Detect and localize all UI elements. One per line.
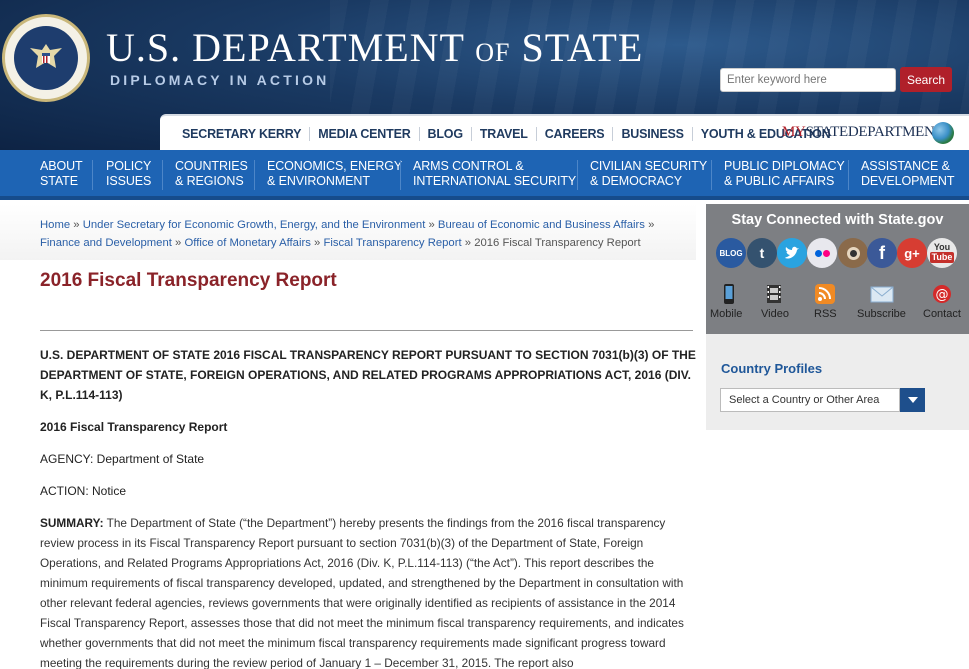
utility-nav-item[interactable]: MEDIA CENTER — [310, 127, 420, 141]
utility-nav-item[interactable]: SECRETARY KERRY — [174, 127, 311, 141]
utility-nav: SECRETARY KERRY MEDIA CENTER BLOG TRAVEL… — [160, 114, 969, 150]
breadcrumb-link[interactable]: Bureau of Economic and Business Affairs — [438, 219, 645, 231]
youtube-icon[interactable]: You Tube — [927, 238, 957, 268]
follow-label-mobile[interactable]: Mobile — [710, 308, 742, 320]
report-heading: U.S. DEPARTMENT OF STATE 2016 FISCAL TRA… — [40, 348, 696, 402]
action-line: ACTION: Notice — [40, 484, 127, 498]
eagle-icon — [30, 44, 62, 68]
blog-icon[interactable]: BLOG — [716, 238, 746, 268]
stay-connected-title: Stay Connected with State.gov — [731, 212, 944, 228]
country-profiles-panel — [706, 334, 969, 430]
utility-nav-item[interactable]: CAREERS — [537, 127, 614, 141]
envelope-icon[interactable] — [870, 284, 894, 304]
main-nav-economics-energy[interactable]: ECONOMICS, ENERGY & ENVIRONMENT — [267, 159, 402, 189]
tumblr-icon[interactable]: t — [747, 238, 777, 268]
follow-label-contact[interactable]: Contact — [923, 308, 961, 320]
globe-icon[interactable] — [932, 122, 954, 144]
page-title: 2016 Fiscal Transparency Report — [40, 270, 337, 291]
agency-line: AGENCY: Department of State — [40, 452, 205, 466]
select-dropdown-button[interactable] — [900, 388, 925, 412]
main-nav-policy-issues[interactable]: POLICY ISSUES — [106, 159, 151, 189]
site-title[interactable]: U.S. DEPARTMENT OF STATE — [106, 24, 643, 71]
rss-icon[interactable] — [814, 284, 836, 304]
breadcrumb-link[interactable]: Fiscal Transparency Report — [323, 237, 461, 249]
breadcrumb-link[interactable]: Home — [40, 219, 70, 231]
main-nav-arms-control[interactable]: ARMS CONTROL & INTERNATIONAL SECURITY — [413, 159, 576, 189]
department-seal-logo[interactable] — [2, 14, 90, 102]
svg-text:@: @ — [936, 288, 949, 303]
facebook-icon[interactable]: f — [867, 238, 897, 268]
utility-nav-item[interactable]: BUSINESS — [613, 127, 693, 141]
twitter-icon[interactable] — [777, 238, 807, 268]
follow-label-subscribe[interactable]: Subscribe — [857, 308, 906, 320]
video-icon[interactable] — [763, 284, 785, 304]
breadcrumb-link[interactable]: Under Secretary for Economic Growth, Ene… — [83, 219, 426, 231]
follow-label-rss[interactable]: RSS — [814, 308, 837, 320]
summary-paragraph: SUMMARY: The Department of State (“the D… — [40, 516, 684, 669]
mystate-department-link[interactable]: MYSTATEDEPARTMENT — [782, 124, 944, 141]
utility-nav-item[interactable]: BLOG — [420, 127, 472, 141]
search-input[interactable] — [720, 68, 896, 92]
breadcrumb-link[interactable]: Finance and Development — [40, 237, 172, 249]
contact-at-icon[interactable]: @ — [931, 284, 953, 304]
report-subheading: 2016 Fiscal Transparency Report — [40, 420, 228, 434]
breadcrumb-link[interactable]: Office of Monetary Affairs — [184, 237, 310, 249]
main-nav-public-diplomacy[interactable]: PUBLIC DIPLOMACY & PUBLIC AFFAIRS — [724, 159, 845, 189]
flickr-icon[interactable] — [807, 238, 837, 268]
chevron-down-icon — [907, 397, 918, 403]
utility-nav-item[interactable]: TRAVEL — [472, 127, 537, 141]
main-nav-about-state[interactable]: ABOUT STATE — [40, 159, 83, 189]
main-nav: ABOUT STATE POLICY ISSUES COUNTRIES & REGIO… — [0, 150, 969, 200]
mobile-icon[interactable] — [718, 284, 740, 304]
country-select[interactable]: Select a Country or Other Area — [720, 388, 900, 412]
main-nav-countries-regions[interactable]: COUNTRIES & REGIONS — [175, 159, 248, 189]
follow-label-video[interactable]: Video — [761, 308, 789, 320]
breadcrumb: Home » Under Secretary for Economic Grow… — [0, 204, 696, 260]
divider — [40, 330, 693, 331]
instagram-icon[interactable] — [838, 238, 868, 268]
site-tagline: DIPLOMACY IN ACTION — [110, 72, 330, 88]
breadcrumb-current: 2016 Fiscal Transparency Report — [474, 237, 641, 249]
country-profiles-title: Country Profiles — [721, 361, 823, 376]
googleplus-icon[interactable]: g+ — [897, 238, 927, 268]
main-nav-civilian-security[interactable]: CIVILIAN SECURITY & DEMOCRACY — [590, 159, 707, 189]
main-nav-assistance-development[interactable]: ASSISTANCE & DEVELOPMENT — [861, 159, 954, 189]
search-button[interactable]: Search — [900, 67, 952, 92]
